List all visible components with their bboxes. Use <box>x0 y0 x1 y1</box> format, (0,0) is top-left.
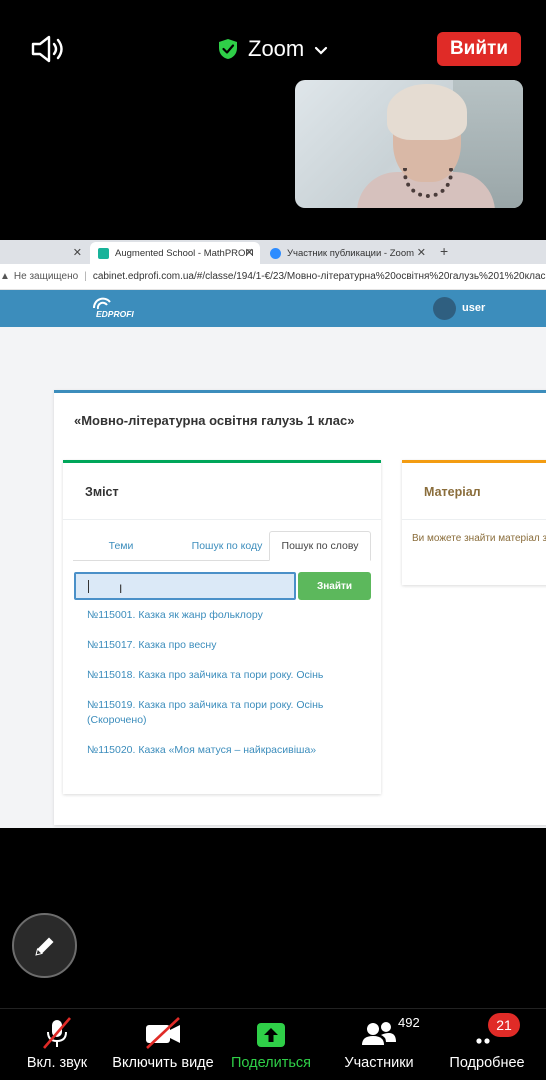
site-logo[interactable]: EDPROFI <box>90 296 138 320</box>
browser-tab-active[interactable]: Augmented School - MathPROFI ✕ <box>90 242 260 264</box>
security-label: Не защищено <box>13 271 79 282</box>
material-hint: Ви можете знайти матеріал з <box>412 533 546 544</box>
result-link[interactable]: №115019. Казка про зайчика та пори року.… <box>87 698 367 728</box>
divider <box>402 519 546 520</box>
browser-tab-label: Участник публикации - Zoom <box>287 247 415 259</box>
address-separator: | <box>84 271 87 282</box>
browser-tab-zoom[interactable]: Участник публикации - Zoom ✕ <box>262 242 432 264</box>
share-label: Поделиться <box>230 1055 312 1071</box>
meeting-title[interactable]: Zoom <box>218 34 328 64</box>
chevron-down-icon <box>314 36 328 62</box>
address-bar[interactable]: ▲ Не защищено | cabinet.edprofi.com.ua/#… <box>0 264 546 290</box>
site-header: EDPROFI user <box>0 290 546 327</box>
result-link[interactable]: №115020. Казка «Моя матуся – найкрасивіш… <box>87 743 367 758</box>
shared-screen: ✕ Augmented School - MathPROFI ✕ Участни… <box>0 240 546 828</box>
video-off-icon <box>108 1015 218 1051</box>
more-dots-icon <box>432 1015 542 1051</box>
video-person-hair <box>387 84 467 140</box>
result-link[interactable]: №115017. Казка про весну <box>87 638 367 653</box>
material-panel: Матеріал Ви можете знайти матеріал з <box>402 460 546 585</box>
tab-search-by-word[interactable]: Пошук по слову <box>269 531 371 561</box>
share-button[interactable]: Поделиться <box>216 1015 326 1071</box>
close-tab-icon[interactable]: ✕ <box>73 246 82 259</box>
annotate-button[interactable] <box>12 913 77 978</box>
tab-search-by-code[interactable]: Пошук по коду <box>177 531 277 561</box>
find-button[interactable]: Знайти <box>298 572 371 600</box>
zoom-favicon-icon <box>270 247 281 259</box>
logo-text: EDPROFI <box>96 309 134 319</box>
participant-video[interactable] <box>295 80 523 208</box>
more-button[interactable]: Подробнее <box>432 1015 542 1071</box>
close-tab-icon[interactable]: ✕ <box>417 246 426 259</box>
new-tab-icon[interactable]: + <box>440 243 448 259</box>
browser-tab-label: Augmented School - MathPROFI <box>115 247 254 259</box>
edprofi-logo-icon: EDPROFI <box>92 297 134 319</box>
participants-label: Участники <box>344 1055 414 1071</box>
main-card: «Мовно-літературна освітня галузь 1 клас… <box>54 390 546 825</box>
result-link[interactable]: №115001. Казка як жанр фольклору <box>87 608 367 623</box>
result-link[interactable]: №115018. Казка про зайчика та пори року.… <box>87 668 367 683</box>
pencil-icon <box>34 937 53 956</box>
share-arrow-icon <box>216 1015 326 1051</box>
material-panel-title: Матеріал <box>424 485 481 499</box>
participants-count: 492 <box>398 1015 420 1030</box>
site-favicon-icon <box>98 247 109 259</box>
close-tab-icon[interactable]: ✕ <box>245 246 254 259</box>
search-input[interactable]: I <box>74 572 296 600</box>
unmute-button[interactable]: Вкл. звук <box>2 1015 112 1071</box>
speaker-icon[interactable] <box>30 34 66 64</box>
browser-tab-bar: ✕ Augmented School - MathPROFI ✕ Участни… <box>0 240 546 264</box>
tab-topics[interactable]: Теми <box>83 531 159 561</box>
more-label: Подробнее <box>449 1055 525 1071</box>
text-caret <box>88 580 89 593</box>
muted-mic-icon <box>2 1015 112 1051</box>
content-panel: Зміст Теми Пошук по коду Пошук по слову … <box>63 460 381 794</box>
url-text: cabinet.edprofi.com.ua/#/classe/194/1-€/… <box>92 271 546 282</box>
divider <box>63 519 381 520</box>
warning-icon: ▲ <box>0 271 10 282</box>
avatar[interactable] <box>433 297 456 320</box>
user-name[interactable]: user <box>462 302 485 314</box>
start-video-button[interactable]: Включить виде <box>108 1015 218 1071</box>
browser-tab-partial[interactable]: ✕ <box>0 242 88 264</box>
exit-button[interactable]: Вийти <box>437 32 521 66</box>
page-title: «Мовно-літературна освітня галузь 1 клас… <box>74 413 355 428</box>
text-cursor-icon: I <box>119 582 123 596</box>
content-panel-title: Зміст <box>85 485 119 499</box>
meeting-title-text: Zoom <box>248 36 305 61</box>
notification-badge: 21 <box>488 1013 520 1037</box>
meeting-toolbar: Вкл. звук Включить виде Поделиться Участ… <box>0 1008 546 1080</box>
start-video-label: Включить виде <box>112 1055 214 1071</box>
results-list: №115001. Казка як жанр фольклору №115017… <box>87 608 367 773</box>
shield-check-icon <box>218 38 238 60</box>
content-tabs: Теми Пошук по коду Пошук по слову <box>73 531 371 561</box>
unmute-label: Вкл. звук <box>26 1055 88 1071</box>
